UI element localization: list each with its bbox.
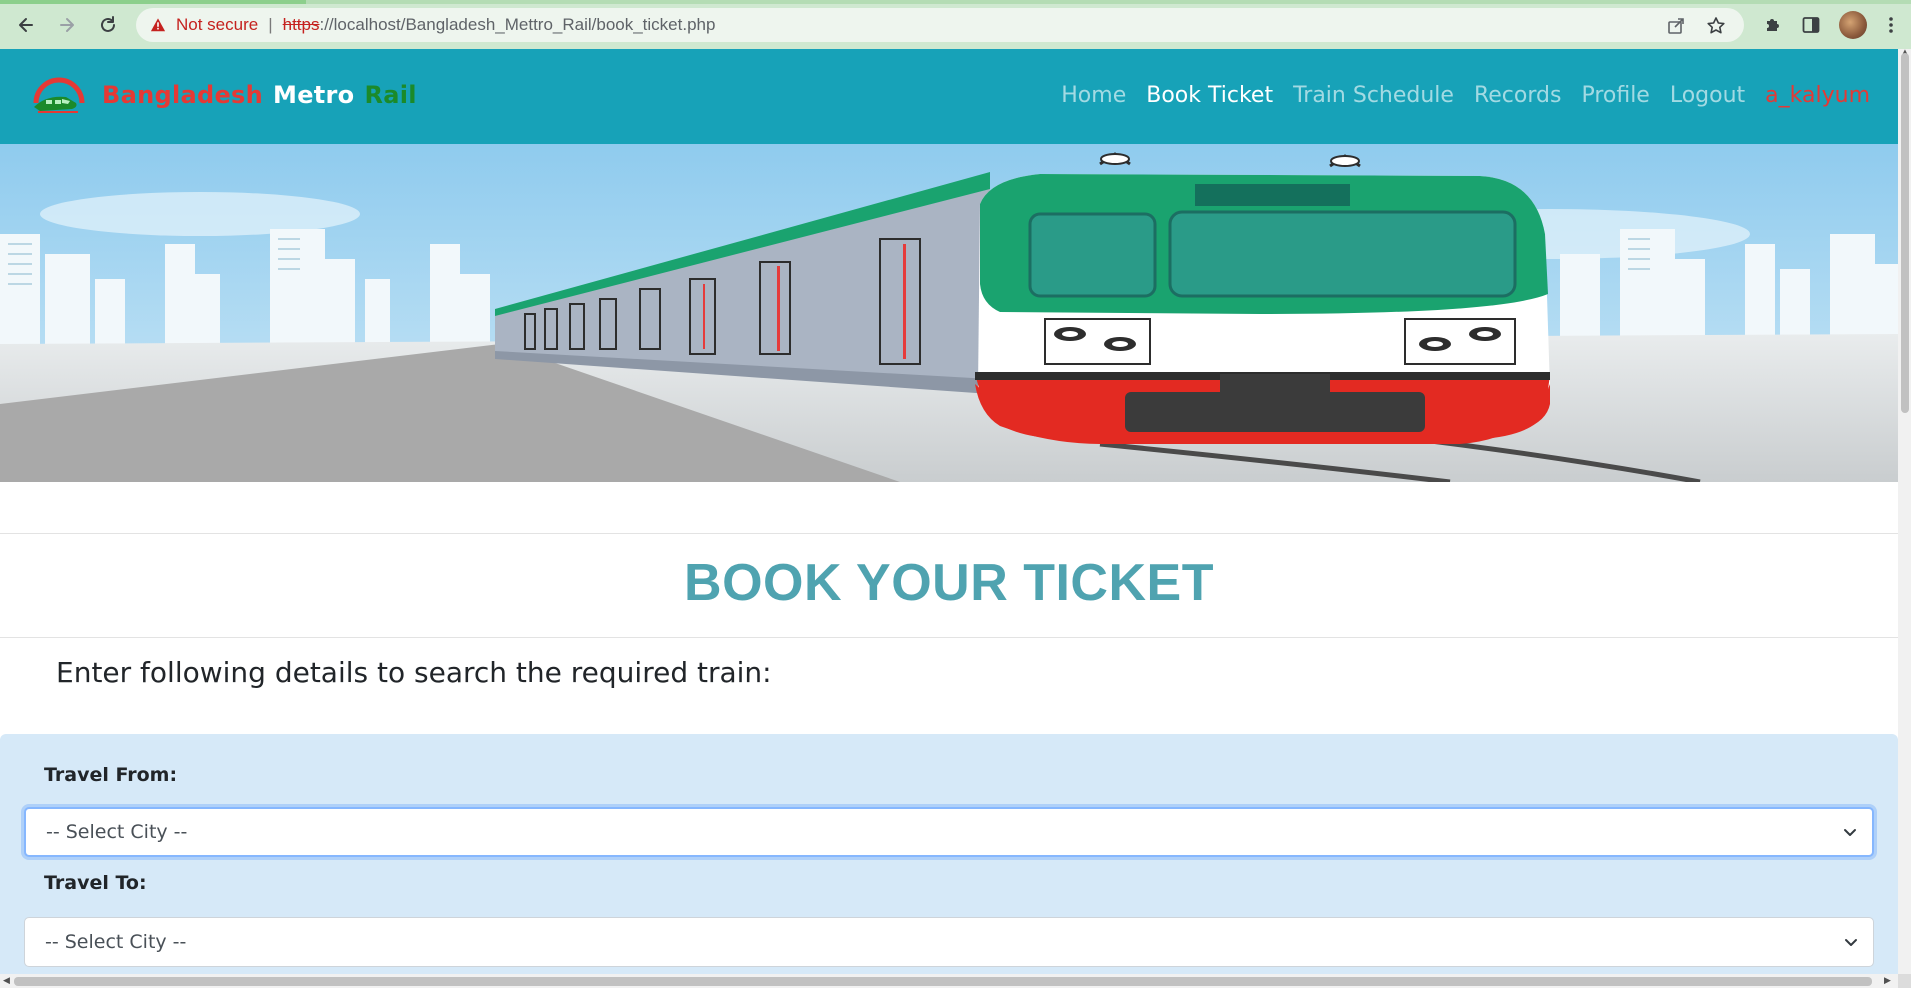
nav-home[interactable]: Home <box>1061 83 1126 108</box>
brand-word-bangladesh: Bangladesh <box>102 81 264 109</box>
nav-book-ticket[interactable]: Book Ticket <box>1146 83 1273 108</box>
side-panel-icon[interactable] <box>1800 14 1822 36</box>
reload-icon[interactable] <box>94 11 122 39</box>
metro-logo-icon <box>33 77 85 113</box>
chevron-down-icon <box>1845 939 1857 946</box>
nav-profile[interactable]: Profile <box>1581 83 1649 108</box>
travel-from-selected: -- Select City -- <box>46 821 188 843</box>
bookmark-star-icon[interactable] <box>1706 16 1726 36</box>
form-instructions: Enter following details to search the re… <box>56 656 772 689</box>
vertical-scroll-thumb[interactable] <box>1901 53 1909 413</box>
share-icon[interactable] <box>1666 16 1686 36</box>
nav-logout[interactable]: Logout <box>1670 83 1745 108</box>
page-title: BOOK YOUR TICKET <box>684 554 1214 612</box>
horizontal-scroll-thumb[interactable] <box>14 977 1872 986</box>
url-scheme: https <box>282 15 320 34</box>
brand-word-rail: Rail <box>364 81 417 109</box>
horizontal-scrollbar[interactable]: ◀ ▶ <box>0 974 1898 988</box>
divider: | <box>268 15 273 34</box>
extensions-puzzle-icon[interactable] <box>1762 14 1784 36</box>
brand-name: Bangladesh Metro Rail <box>102 81 417 109</box>
url-text: ://localhost/Bangladesh_Mettro_Rail/book… <box>319 15 716 34</box>
hero-banner-image <box>0 144 1898 482</box>
brand-link[interactable]: Bangladesh Metro Rail <box>32 73 417 117</box>
security-label[interactable]: Not secure <box>176 15 258 35</box>
nav-username[interactable]: a_kalyum <box>1765 83 1870 108</box>
travel-to-select[interactable]: -- Select City -- <box>24 917 1874 967</box>
travel-to-selected: -- Select City -- <box>45 931 187 953</box>
brand-word-metro: Metro <box>273 81 355 109</box>
warning-icon[interactable] <box>150 16 168 34</box>
travel-to-label: Travel To: <box>44 872 147 894</box>
nav-records[interactable]: Records <box>1474 83 1561 108</box>
divider-top <box>0 533 1898 534</box>
search-train-form: Travel From: -- Select City -- Travel To… <box>0 734 1898 988</box>
travel-from-select[interactable]: -- Select City -- <box>24 807 1874 857</box>
scroll-right-arrow-icon[interactable]: ▶ <box>1884 975 1891 986</box>
nav-links: Home Book Ticket Train Schedule Records … <box>1061 83 1870 108</box>
site-navbar: Bangladesh Metro Rail Home Book Ticket Tra… <box>0 49 1898 144</box>
metro-train-illustration <box>0 144 1898 482</box>
travel-from-label: Travel From: <box>44 764 178 786</box>
tab-strip-edge <box>0 0 1911 4</box>
forward-icon[interactable] <box>53 11 81 39</box>
scroll-left-arrow-icon[interactable]: ◀ <box>3 975 10 986</box>
browser-toolbar: Not secure | https ://localhost/Banglade… <box>0 0 1911 49</box>
nav-train-schedule[interactable]: Train Schedule <box>1293 83 1454 108</box>
kebab-menu-icon[interactable] <box>1880 14 1902 36</box>
chevron-down-icon <box>1844 829 1856 836</box>
back-icon[interactable] <box>12 11 40 39</box>
address-bar[interactable]: Not secure | https ://localhost/Banglade… <box>136 8 1744 42</box>
profile-avatar[interactable] <box>1839 11 1867 39</box>
divider-bottom <box>0 637 1898 638</box>
vertical-scrollbar[interactable]: ▲ <box>1898 47 1911 974</box>
scrollbar-corner <box>1898 974 1911 988</box>
